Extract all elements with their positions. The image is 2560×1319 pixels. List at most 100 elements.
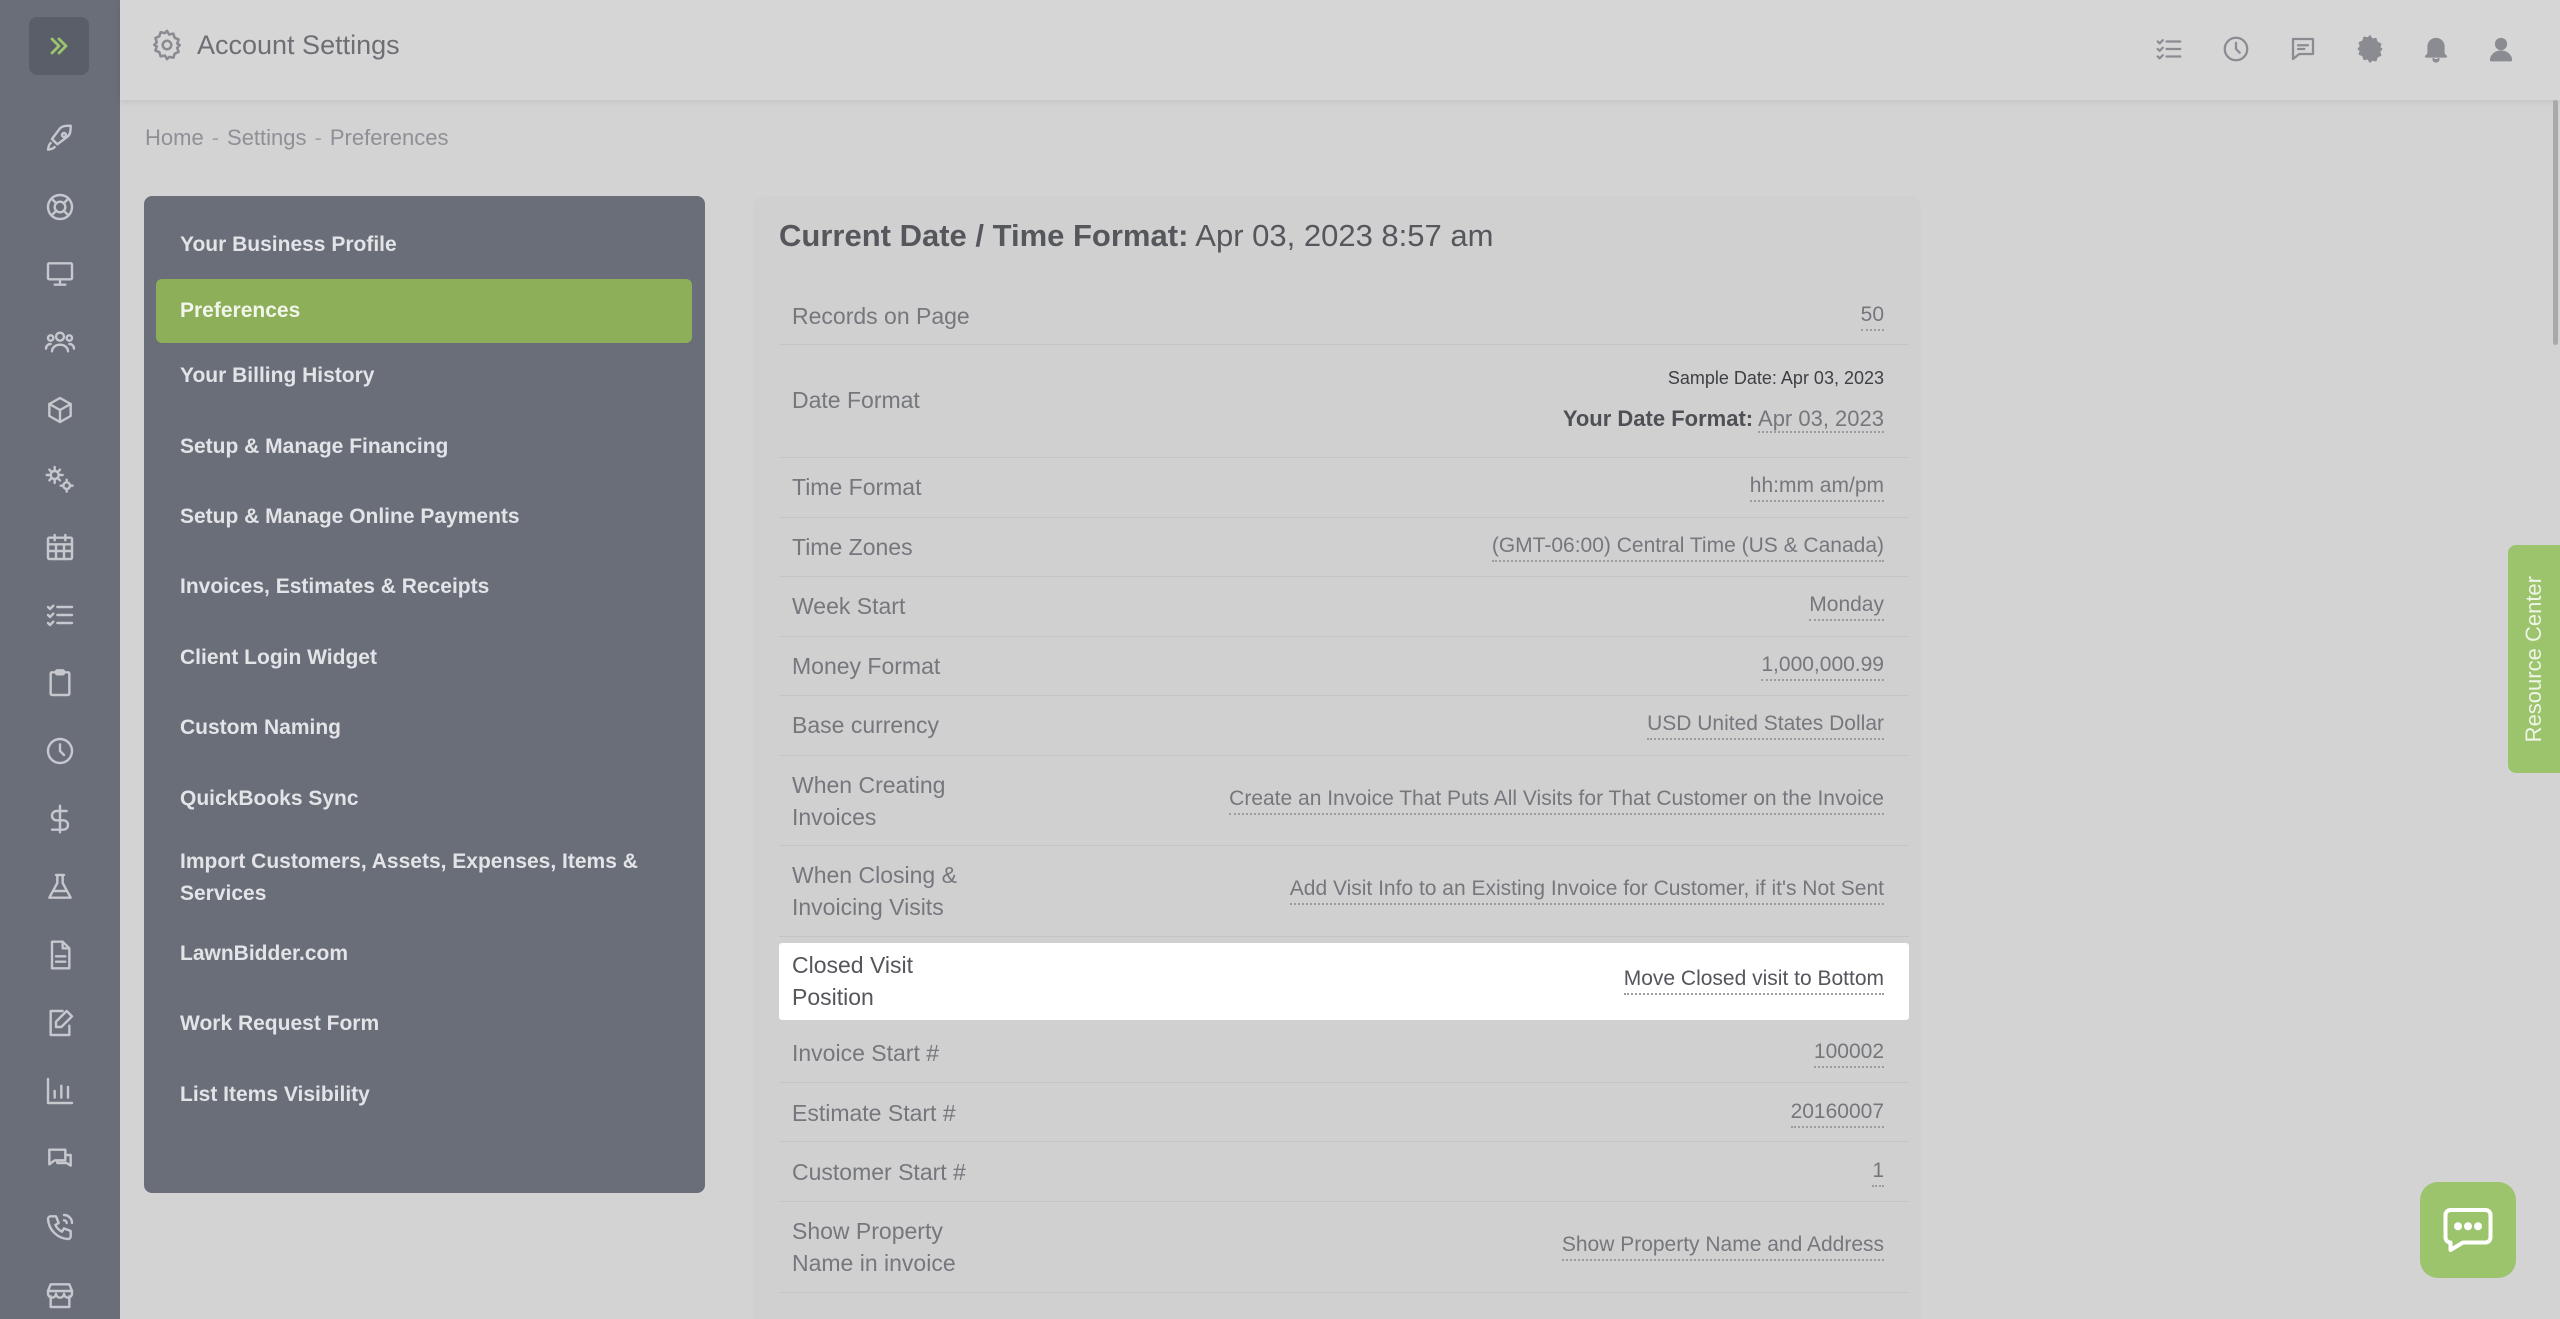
setting-label: Records on Page (792, 303, 970, 329)
setting-label: Week Start (792, 593, 906, 619)
setting-value[interactable]: 1,000,000.99 (1761, 651, 1884, 681)
your-date-format-label: Your Date Format: (1562, 406, 1754, 431)
bar-chart-icon[interactable] (40, 1071, 80, 1111)
breadcrumb-home[interactable]: Home (145, 125, 204, 151)
bell-icon[interactable] (2421, 34, 2451, 64)
setting-value[interactable]: Show Property Name and Address (1561, 1231, 1884, 1261)
message-icon[interactable] (2288, 34, 2318, 64)
clock-icon[interactable] (2221, 34, 2251, 64)
current-format-value: Apr 03, 2023 8:57 am (1195, 218, 1494, 253)
monitor-icon[interactable] (40, 254, 80, 294)
clipboard-icon[interactable] (40, 663, 80, 703)
setting-row-customer-start: Customer Start # 1 (779, 1143, 1909, 1202)
lifebuoy-icon[interactable] (40, 187, 80, 227)
setting-value[interactable]: Move Closed visit to Bottom (1623, 965, 1884, 995)
setting-row-show-property-name: Show Property Name in invoice Show Prope… (779, 1203, 1909, 1293)
gear-icon[interactable] (2355, 34, 2385, 64)
edit-document-icon[interactable] (40, 1003, 80, 1043)
sample-date: Sample Date: Apr 03, 2023 (1667, 368, 1884, 388)
expand-sidebar-button[interactable] (29, 17, 89, 75)
breadcrumb-separator: - (211, 125, 220, 150)
menu-item-client-login-widget[interactable]: Client Login Widget (156, 628, 692, 688)
chat-widget-button[interactable] (2420, 1182, 2516, 1278)
setting-value[interactable]: (GMT-06:00) Central Time (US & Canada) (1491, 532, 1884, 562)
setting-value[interactable]: hh:mm am/pm (1749, 472, 1884, 502)
box-icon[interactable] (40, 390, 80, 430)
checklist-icon[interactable] (2154, 34, 2184, 64)
setting-label: Show Property Name in invoice (792, 1218, 956, 1276)
setting-label: Time Format (792, 474, 922, 500)
setting-value[interactable]: 50 (1860, 301, 1884, 331)
menu-item-import[interactable]: Import Customers, Assets, Expenses, Item… (156, 838, 692, 918)
resource-center-tab[interactable]: Resource Center (2508, 545, 2560, 773)
setting-value[interactable]: Monday (1809, 591, 1884, 621)
setting-value[interactable]: Create an Invoice That Puts All Visits f… (1229, 785, 1884, 815)
menu-item-list-items-visibility[interactable]: List Items Visibility (156, 1065, 692, 1125)
flask-icon[interactable] (40, 867, 80, 907)
user-icon[interactable] (2486, 34, 2516, 64)
document-icon[interactable] (40, 935, 80, 975)
menu-item-preferences[interactable]: Preferences (156, 279, 692, 343)
setting-label: Money Format (792, 653, 941, 679)
setting-label: Date Format (792, 387, 920, 413)
setting-row-when-creating-invoices: When Creating Invoices Create an Invoice… (779, 757, 1909, 846)
setting-label: When Creating Invoices (792, 772, 946, 830)
top-header: Account Settings (120, 0, 2560, 100)
menu-item-lawnbidder[interactable]: LawnBidder.com (156, 924, 692, 984)
breadcrumb-settings[interactable]: Settings (227, 125, 307, 151)
phone-icon[interactable] (40, 1207, 80, 1247)
setting-label: Closed Visit Position (792, 952, 914, 1010)
checklist-icon[interactable] (40, 595, 80, 635)
menu-item-invoices-estimates[interactable]: Invoices, Estimates & Receipts (156, 557, 692, 617)
setting-label: Time Zones (792, 534, 913, 560)
setting-label: Estimate Start # (792, 1100, 956, 1126)
setting-label: When Closing & Invoicing Visits (792, 862, 957, 920)
your-date-format: Your Date Format: Apr 03, 2023 (1562, 406, 1884, 433)
setting-row-records-on-page: Records on Page 50 (779, 286, 1909, 345)
chat-bubble-icon (2443, 1208, 2493, 1252)
users-icon[interactable] (40, 322, 80, 362)
panel-title: Current Date / Time Format: Apr 03, 2023… (779, 218, 1493, 254)
breadcrumb: Home - Settings - Preferences (145, 125, 448, 151)
setting-row-base-currency: Base currency USD United States Dollar (779, 697, 1909, 756)
double-chevron-right-icon (50, 37, 68, 55)
dollar-icon[interactable] (40, 799, 80, 839)
chat-icon[interactable] (40, 1139, 80, 1179)
menu-item-financing[interactable]: Setup & Manage Financing (156, 417, 692, 477)
setting-value[interactable]: Add Visit Info to an Existing Invoice fo… (1289, 875, 1884, 905)
setting-value[interactable]: USD United States Dollar (1647, 710, 1884, 740)
setting-row-invoice-start: Invoice Start # 100002 (779, 1024, 1909, 1083)
rocket-icon[interactable] (40, 119, 80, 159)
menu-item-quickbooks-sync[interactable]: QuickBooks Sync (156, 769, 692, 829)
menu-item-custom-naming[interactable]: Custom Naming (156, 698, 692, 758)
menu-item-billing-history[interactable]: Your Billing History (156, 346, 692, 406)
menu-item-work-request-form[interactable]: Work Request Form (156, 994, 692, 1054)
setting-row-closed-visit-position: Closed Visit Position Move Closed visit … (779, 943, 1909, 1020)
setting-value[interactable]: 100002 (1813, 1038, 1884, 1068)
setting-label: Customer Start # (792, 1159, 966, 1185)
setting-row-date-format: Date Format Sample Date: Apr 03, 2023 Yo… (779, 346, 1909, 458)
calendar-icon[interactable] (40, 527, 80, 567)
icon-rail (0, 0, 120, 1319)
setting-row-money-format: Money Format 1,000,000.99 (779, 638, 1909, 696)
current-format-label: Current Date / Time Format: (779, 218, 1189, 253)
page-title: Account Settings (197, 30, 400, 60)
setting-row-time-zones: Time Zones (GMT-06:00) Central Time (US … (779, 519, 1909, 577)
page-scrollbar[interactable] (2553, 100, 2558, 345)
store-icon[interactable] (40, 1275, 80, 1315)
preferences-panel: Current Date / Time Format: Apr 03, 2023… (753, 196, 1921, 1319)
breadcrumb-current: Preferences (329, 125, 449, 150)
setting-value[interactable]: Apr 03, 2023 (1758, 406, 1884, 433)
gears-icon[interactable] (40, 459, 80, 499)
setting-value[interactable]: 1 (1872, 1157, 1884, 1187)
setting-row-time-format: Time Format hh:mm am/pm (779, 459, 1909, 518)
setting-row-estimate-start: Estimate Start # 20160007 (779, 1084, 1909, 1142)
resource-center-label: Resource Center (2521, 575, 2546, 743)
setting-value[interactable]: 20160007 (1790, 1098, 1884, 1128)
menu-item-business-profile[interactable]: Your Business Profile (156, 216, 692, 274)
setting-label: Invoice Start # (792, 1040, 940, 1066)
gear-icon (150, 28, 184, 62)
setting-row-when-closing-visits: When Closing & Invoicing Visits Add Visi… (779, 847, 1909, 937)
clock-icon[interactable] (40, 731, 80, 771)
menu-item-online-payments[interactable]: Setup & Manage Online Payments (156, 487, 692, 547)
